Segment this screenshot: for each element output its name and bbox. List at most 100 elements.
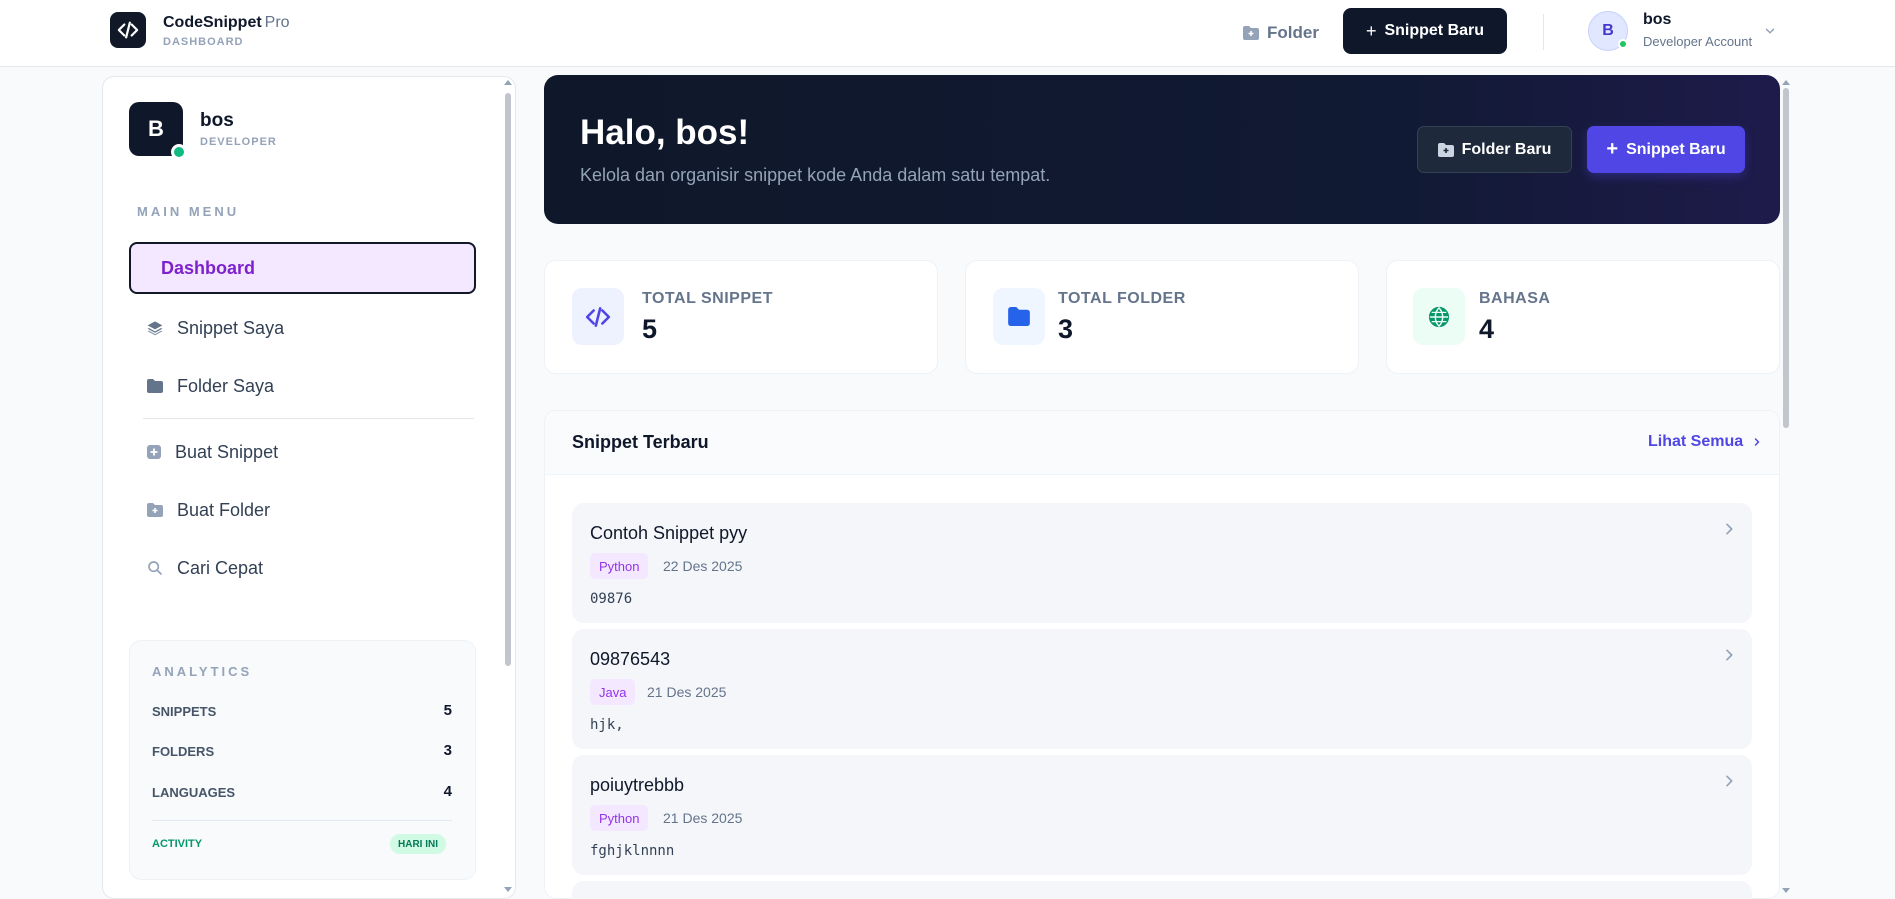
snippet-date: 21 Des 2025 xyxy=(647,684,727,700)
plus-icon: + xyxy=(1606,138,1619,160)
sidebar-scroll-thumb[interactable] xyxy=(505,93,511,666)
menu-divider xyxy=(143,418,474,419)
plus-square-icon xyxy=(147,445,161,459)
welcome-subtitle: Kelola dan organisir snippet kode Anda d… xyxy=(580,165,1051,185)
activity-badge: HARI INI xyxy=(390,834,446,854)
search-icon xyxy=(148,561,162,575)
see-all-label: Lihat Semua xyxy=(1648,433,1744,450)
analytics-languages-value: 4 xyxy=(443,783,452,800)
stat-label: TOTAL SNIPPET xyxy=(642,290,773,307)
menu-title: MAIN MENU xyxy=(137,204,240,219)
folder-link-label: Folder xyxy=(1267,23,1319,42)
folder-icon xyxy=(147,379,163,393)
snippet-code-preview: fghjklnnnn xyxy=(590,843,675,859)
sidebar-item-label: Buat Folder xyxy=(177,499,271,520)
sidebar-item-buat-snippet[interactable]: Buat Snippet xyxy=(129,426,476,478)
welcome-title: Halo, bos! xyxy=(580,113,750,152)
activity-label: ACTIVITY xyxy=(152,838,203,850)
sidebar-item-label: Cari Cepat xyxy=(177,557,264,578)
main-scroll-thumb[interactable] xyxy=(1783,88,1789,428)
online-indicator xyxy=(171,144,187,160)
analytics-folders-value: 3 xyxy=(443,742,452,759)
analytics-folders-label: FOLDERS xyxy=(152,744,215,759)
snippet-title[interactable]: 09876543 xyxy=(590,649,670,670)
snippet-title[interactable]: Contoh Snippet pyy xyxy=(590,523,747,544)
chevron-right-icon xyxy=(1754,438,1760,446)
plus-icon: + xyxy=(1365,20,1377,41)
new-snippet-label: Snippet Baru xyxy=(1384,22,1485,39)
user-avatar[interactable]: B xyxy=(1588,11,1628,51)
snippet-card[interactable] xyxy=(572,629,1752,749)
brand-subtitle: DASHBOARD xyxy=(163,36,244,48)
analytics-snippets-label: SNIPPETS xyxy=(152,704,217,719)
brand-suffix: Pro xyxy=(264,14,290,31)
see-all-link[interactable]: Lihat Semua xyxy=(1648,433,1763,451)
stat-value: 4 xyxy=(1479,314,1495,344)
folder-icon xyxy=(1008,307,1030,326)
code-icon xyxy=(585,306,611,327)
snippet-date: 21 Des 2025 xyxy=(663,810,743,826)
chevron-right-icon[interactable] xyxy=(1721,647,1737,663)
sidebar-scroll-up[interactable] xyxy=(504,80,512,85)
recent-snippets-header xyxy=(545,411,1779,475)
globe-icon xyxy=(1428,306,1450,327)
chevron-right-icon[interactable] xyxy=(1721,521,1737,537)
code-icon xyxy=(117,21,139,39)
language-badge: Python xyxy=(590,805,649,831)
snippet-card[interactable] xyxy=(572,755,1752,875)
snippet-date: 22 Des 2025 xyxy=(663,558,743,574)
profile-initial: B xyxy=(148,116,164,141)
profile-name: bos xyxy=(200,110,234,131)
main-scroll-up[interactable] xyxy=(1782,80,1790,85)
sidebar-item-label: Buat Snippet xyxy=(175,441,279,462)
profile-avatar: B xyxy=(129,102,187,160)
new-folder-button[interactable]: Folder Baru xyxy=(1417,126,1572,173)
online-indicator xyxy=(1618,39,1628,49)
stat-label: BAHASA xyxy=(1479,290,1551,307)
sidebar-item-buat-folder[interactable]: Buat Folder xyxy=(129,484,476,536)
new-snippet-button[interactable]: + Snippet Baru xyxy=(1343,8,1507,54)
analytics-snippets-value: 5 xyxy=(443,702,452,719)
stat-label: TOTAL FOLDER xyxy=(1058,290,1186,307)
sidebar-item-label: Snippet Saya xyxy=(177,317,285,338)
snippet-title[interactable]: poiuytrebbb xyxy=(590,775,684,796)
sidebar-item-cari-cepat[interactable]: Cari Cepat xyxy=(129,542,476,594)
stat-icon-box xyxy=(572,288,624,345)
new-folder-label: Folder Baru xyxy=(1461,140,1552,158)
folder-link[interactable]: Folder xyxy=(1243,20,1319,46)
hero-new-snippet-label: Snippet Baru xyxy=(1626,140,1726,158)
sidebar-item-label: Dashboard xyxy=(161,257,256,278)
analytics-languages-label: LANGUAGES xyxy=(152,785,236,800)
recent-snippets-title: Snippet Terbaru xyxy=(572,432,709,452)
sidebar-item-dashboard[interactable]: Dashboard xyxy=(129,242,476,294)
brand-name: CodeSnippet Pro xyxy=(163,14,290,31)
analytics-title: ANALYTICS xyxy=(152,664,253,679)
main-scroll-down[interactable] xyxy=(1782,888,1790,893)
header-divider xyxy=(1543,14,1544,50)
snippet-card[interactable] xyxy=(572,503,1752,623)
stat-icon-box xyxy=(993,288,1045,345)
stat-value: 3 xyxy=(1058,314,1074,344)
chevron-right-icon[interactable] xyxy=(1721,773,1737,789)
hero-new-snippet-button[interactable]: + Snippet Baru xyxy=(1587,126,1745,173)
user-name[interactable]: bos xyxy=(1643,11,1671,29)
snippet-card[interactable] xyxy=(572,881,1752,899)
user-role: Developer Account xyxy=(1643,34,1753,49)
chevron-down-icon[interactable] xyxy=(1763,24,1777,38)
sidebar-scroll-down[interactable] xyxy=(504,887,512,892)
sidebar-item-folder-saya[interactable]: Folder Saya xyxy=(129,360,476,412)
language-badge: Java xyxy=(590,679,636,705)
layers-icon xyxy=(147,321,163,336)
sidebar-item-label: Folder Saya xyxy=(177,375,275,396)
stat-value: 5 xyxy=(642,314,658,344)
snippet-code-preview: 09876 xyxy=(590,591,633,607)
stat-icon-box xyxy=(1413,288,1465,345)
brand-logo[interactable] xyxy=(110,12,146,48)
language-badge: Python xyxy=(590,553,649,579)
folder-plus-icon xyxy=(1243,26,1259,40)
folder-plus-icon xyxy=(147,503,163,517)
avatar-initial: B xyxy=(1602,22,1614,39)
profile-role: DEVELOPER xyxy=(200,136,277,148)
folder-plus-icon xyxy=(1437,142,1454,157)
sidebar-item-snippet-saya[interactable]: Snippet Saya xyxy=(129,302,476,354)
